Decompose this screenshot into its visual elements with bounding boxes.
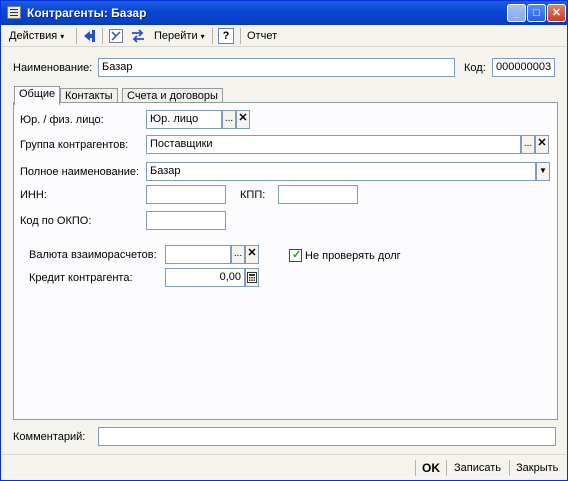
- arrow-left-icon[interactable]: [82, 28, 98, 44]
- toolbar-separator: [102, 28, 103, 44]
- save-button[interactable]: Записать: [454, 459, 501, 477]
- legal-clear-button[interactable]: ✕: [236, 110, 250, 129]
- calculator-button[interactable]: [245, 268, 259, 287]
- dropdown-arrow-icon: ▾: [200, 32, 205, 41]
- dropdown-arrow-icon: ▾: [60, 32, 65, 41]
- currency-label: Валюта взаиморасчетов:: [29, 249, 157, 261]
- legal-select-button[interactable]: ...: [222, 110, 236, 129]
- minimize-button[interactable]: _: [507, 4, 526, 22]
- swap-icon[interactable]: [130, 28, 146, 44]
- inn-label: ИНН:: [20, 189, 47, 201]
- goto-label: Перейти: [154, 30, 198, 42]
- checkmark-icon: ✓: [292, 249, 302, 261]
- button-separator: [446, 460, 447, 476]
- nocheck-label[interactable]: Не проверять долг: [305, 250, 401, 262]
- actions-label: Действия: [9, 30, 58, 42]
- group-input[interactable]: Поставщики: [146, 135, 521, 154]
- name-input[interactable]: Базар: [98, 58, 455, 77]
- kpp-input[interactable]: [278, 185, 358, 204]
- calculator-icon: [247, 272, 257, 283]
- code-label: Код:: [464, 62, 486, 74]
- nocheck-checkbox[interactable]: ✓: [289, 249, 302, 262]
- legal-input[interactable]: Юр. лицо: [146, 110, 222, 129]
- button-separator: [415, 460, 416, 476]
- close-window-button[interactable]: ✕: [547, 4, 566, 22]
- close-button[interactable]: Закрыть: [516, 459, 558, 477]
- window-title: Контрагенты: Базар: [27, 6, 147, 20]
- name-label: Наименование:: [13, 62, 93, 74]
- currency-select-button[interactable]: ...: [231, 245, 245, 264]
- group-label: Группа контрагентов:: [20, 139, 129, 151]
- structure-icon[interactable]: [108, 28, 124, 44]
- maximize-button[interactable]: □: [527, 4, 546, 22]
- actions-menu[interactable]: Действия ▾: [9, 27, 64, 45]
- button-separator: [509, 460, 510, 476]
- fullname-label: Полное наименование:: [20, 166, 140, 178]
- ok-button[interactable]: OK: [422, 459, 440, 477]
- title-bar[interactable]: Контрагенты: Базар _ □ ✕: [1, 1, 567, 25]
- legal-label: Юр. / физ. лицо:: [20, 114, 104, 126]
- toolbar: Действия ▾ Перейти ▾ ? Отчет: [2, 25, 566, 47]
- fullname-dropdown-button[interactable]: ▼: [536, 162, 550, 181]
- toolbar-separator: [76, 28, 77, 44]
- goto-menu[interactable]: Перейти ▾: [154, 27, 205, 45]
- okpo-input[interactable]: [146, 211, 226, 230]
- credit-label: Кредит контрагента:: [29, 272, 133, 284]
- group-clear-button[interactable]: ✕: [535, 135, 549, 154]
- bottom-bar: OK Записать Закрыть: [2, 454, 566, 479]
- report-button[interactable]: Отчет: [247, 27, 277, 45]
- fullname-input[interactable]: Базар: [146, 162, 536, 181]
- comment-input[interactable]: [98, 427, 556, 446]
- document-icon: [7, 6, 21, 19]
- currency-input[interactable]: [165, 245, 231, 264]
- comment-label: Комментарий:: [13, 431, 86, 443]
- okpo-label: Код по ОКПО:: [20, 215, 92, 227]
- currency-clear-button[interactable]: ✕: [245, 245, 259, 264]
- toolbar-separator: [212, 28, 213, 44]
- toolbar-separator: [240, 28, 241, 44]
- kpp-label: КПП:: [240, 189, 266, 201]
- inn-input[interactable]: [146, 185, 226, 204]
- tab-general[interactable]: Общие: [14, 86, 61, 105]
- window: Контрагенты: Базар _ □ ✕ Действия ▾ Пере…: [0, 0, 568, 481]
- help-button[interactable]: ?: [218, 28, 234, 44]
- group-select-button[interactable]: ...: [521, 135, 535, 154]
- code-input[interactable]: 000000003: [492, 58, 555, 77]
- credit-input[interactable]: 0,00: [165, 268, 245, 287]
